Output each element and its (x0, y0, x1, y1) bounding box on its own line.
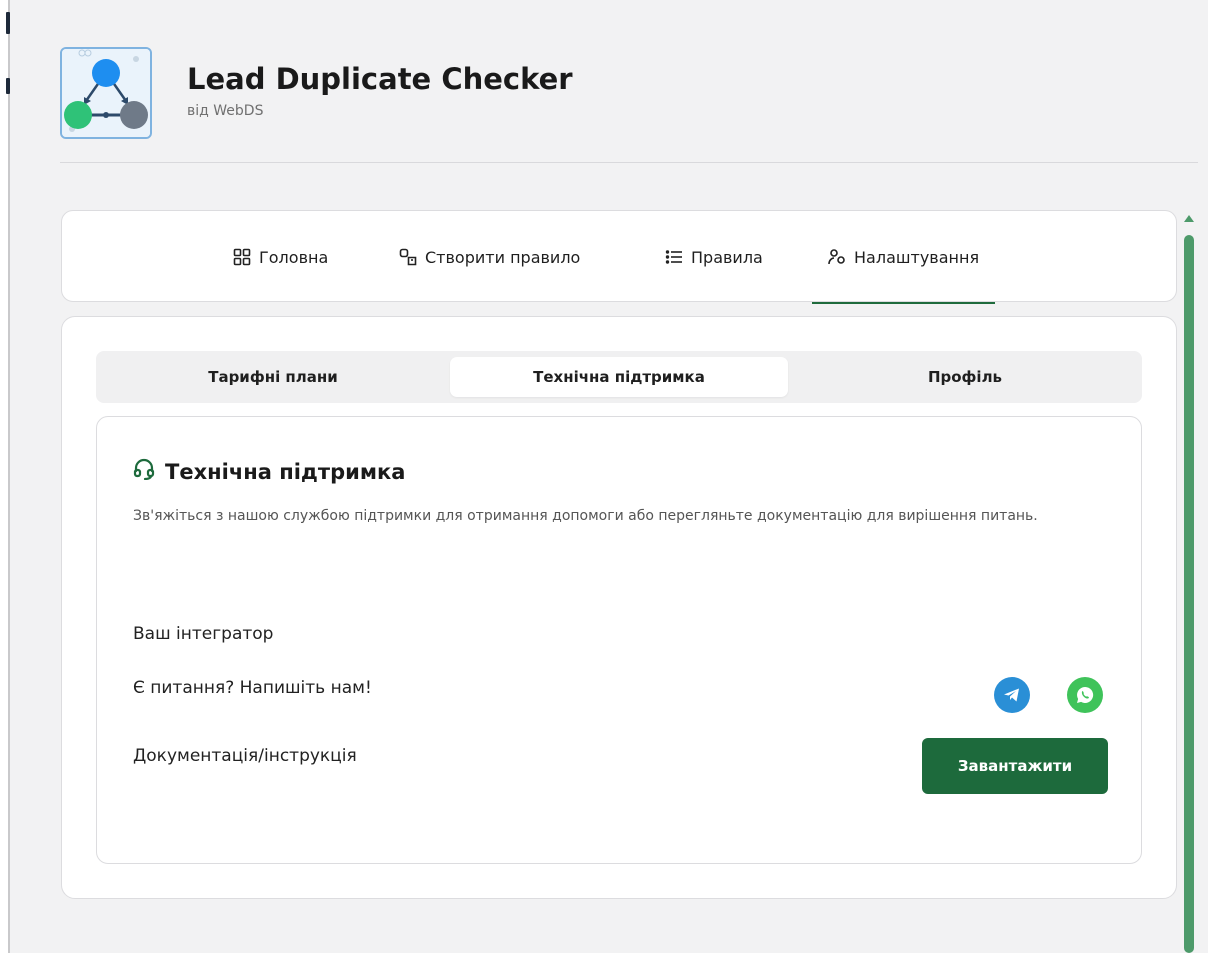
main-nav: Головна Створити правило Правила Налашту… (61, 210, 1177, 304)
subtab-pricing-plans[interactable]: Тарифні плани (102, 357, 444, 397)
telegram-button[interactable] (994, 677, 1030, 713)
panel-description: Зв'яжіться з нашою службою підтримки для… (133, 508, 1038, 524)
whatsapp-button[interactable] (1067, 677, 1103, 713)
headset-icon (133, 458, 155, 485)
panel-title-text: Технічна підтримка (165, 459, 406, 484)
tab-settings[interactable]: Налаштування (811, 211, 996, 304)
contact-label: Є питання? Напишіть нам! (133, 678, 372, 698)
list-icon (665, 248, 683, 266)
settings-subtabs: Тарифні плани Технічна підтримка Профіль (96, 351, 1142, 403)
network-nodes-icon (62, 49, 150, 137)
tab-create-rule-label: Створити правило (425, 247, 581, 267)
docs-label: Документація/інструкція (133, 746, 357, 766)
left-rail-marker (6, 78, 10, 94)
create-rule-icon (399, 248, 417, 266)
subtab-profile[interactable]: Профіль (794, 357, 1136, 397)
tech-support-panel: Технічна підтримка Зв'яжіться з нашою сл… (96, 416, 1142, 864)
left-rail (8, 0, 10, 953)
tab-home[interactable]: Головна (233, 211, 328, 303)
download-button[interactable]: Завантажити (922, 738, 1108, 794)
app-vendor: від WebDS (187, 103, 264, 119)
telegram-icon (1004, 688, 1019, 702)
app-logo (60, 47, 152, 139)
subtab-tech-support[interactable]: Технічна підтримка (450, 357, 788, 397)
tab-rules-label: Правила (691, 247, 763, 267)
app-title: Lead Duplicate Checker (187, 62, 573, 96)
settings-content: Тарифні плани Технічна підтримка Профіль… (61, 316, 1177, 899)
tab-home-label: Головна (259, 247, 329, 267)
left-edge-panel (0, 0, 10, 953)
scrollbar-thumb[interactable] (1184, 235, 1194, 953)
user-settings-icon (828, 248, 846, 266)
whatsapp-icon (1077, 686, 1094, 703)
header-divider (60, 162, 1198, 163)
scroll-up-icon[interactable] (1184, 215, 1194, 222)
tab-create-rule[interactable]: Створити правило (399, 211, 580, 303)
tab-rules[interactable]: Правила (665, 211, 763, 303)
scrollbar[interactable] (1182, 215, 1196, 953)
integrator-label: Ваш інтегратор (133, 624, 274, 644)
panel-title: Технічна підтримка (133, 458, 405, 485)
tab-settings-label: Налаштування (854, 247, 980, 267)
grid-icon (233, 248, 251, 266)
left-rail-marker (6, 12, 10, 34)
